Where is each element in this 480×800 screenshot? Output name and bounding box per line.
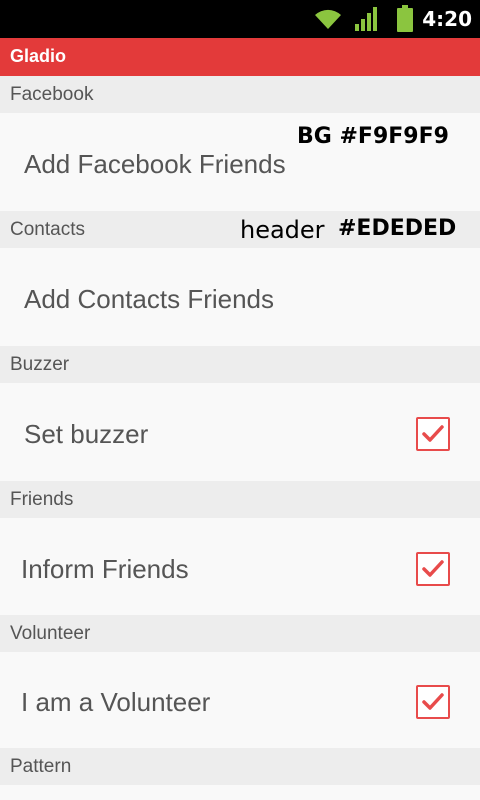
status-time: 4:20 bbox=[422, 7, 472, 31]
wifi-icon bbox=[312, 7, 344, 35]
battery-icon bbox=[396, 5, 414, 37]
section-header-label: Facebook bbox=[10, 84, 94, 105]
annotation-header-color: #EDEDED bbox=[338, 216, 457, 241]
annotation-bg-color: BG #F9F9F9 bbox=[297, 124, 449, 149]
section-header-pattern: Pattern bbox=[0, 748, 480, 785]
section-header-facebook: Facebook bbox=[0, 76, 480, 113]
row-label: Add Contacts Friends bbox=[24, 284, 275, 314]
annotation-header-word: header bbox=[240, 216, 325, 244]
section-header-label: Pattern bbox=[10, 756, 72, 777]
status-bar: 4:20 bbox=[0, 0, 480, 38]
set-buzzer-row[interactable]: Set buzzer bbox=[0, 383, 480, 481]
section-header-label: Buzzer bbox=[10, 354, 70, 375]
check-icon bbox=[422, 693, 444, 710]
add-contacts-friends-row[interactable]: Add Contacts Friends bbox=[0, 248, 480, 346]
section-header-friends: Friends bbox=[0, 481, 480, 518]
row-label: Set buzzer bbox=[24, 419, 149, 449]
row-label: Inform Friends bbox=[21, 554, 189, 584]
section-header-buzzer: Buzzer bbox=[0, 346, 480, 383]
check-icon bbox=[422, 425, 444, 442]
section-header-label: Volunteer bbox=[10, 623, 91, 644]
check-icon bbox=[422, 560, 444, 577]
app-bar: Gladio bbox=[0, 38, 480, 76]
volunteer-checkbox[interactable] bbox=[416, 685, 450, 719]
signal-icon bbox=[354, 6, 380, 36]
section-header-volunteer: Volunteer bbox=[0, 615, 480, 652]
volunteer-row[interactable]: I am a Volunteer bbox=[0, 652, 480, 748]
inform-friends-row[interactable]: Inform Friends bbox=[0, 518, 480, 615]
inform-friends-checkbox[interactable] bbox=[416, 552, 450, 586]
section-header-label: Contacts bbox=[10, 219, 85, 240]
app-title: Gladio bbox=[10, 46, 67, 66]
pattern-row[interactable] bbox=[0, 785, 480, 800]
set-buzzer-checkbox[interactable] bbox=[416, 417, 450, 451]
section-header-label: Friends bbox=[10, 489, 74, 510]
row-label: Add Facebook Friends bbox=[24, 149, 286, 179]
row-label: I am a Volunteer bbox=[21, 687, 211, 717]
